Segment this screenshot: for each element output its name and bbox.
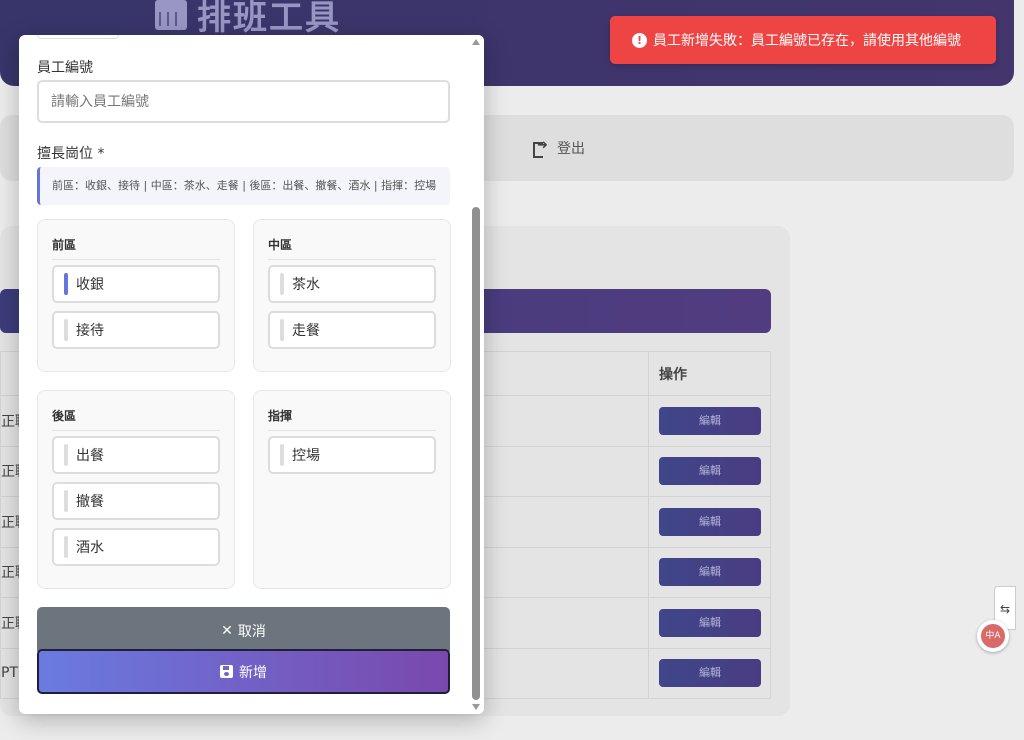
exclamation-circle-icon: ! <box>632 32 647 48</box>
position-option[interactable]: 收銀 <box>52 265 220 303</box>
selection-indicator <box>280 319 284 341</box>
close-icon: ✕ <box>221 623 233 639</box>
position-option[interactable]: 酒水 <box>52 528 220 566</box>
position-label: 出餐 <box>76 448 104 464</box>
position-option[interactable]: 走餐 <box>268 311 436 349</box>
position-group-command: 指揮 控場 <box>253 390 451 589</box>
app-title: 排班工具 <box>155 0 341 39</box>
group-title: 後區 <box>52 407 220 431</box>
group-title: 前區 <box>52 236 220 260</box>
submit-button[interactable]: 新增 <box>37 649 450 694</box>
group-title: 中區 <box>268 236 436 260</box>
position-group-front: 前區 收銀 接待 <box>37 219 235 372</box>
submit-label: 新增 <box>239 664 267 681</box>
save-icon <box>220 665 233 678</box>
app-title-text: 排班工具 <box>197 0 341 38</box>
selection-indicator <box>64 536 68 558</box>
edit-button[interactable]: 編輯 <box>659 507 761 536</box>
selection-indicator <box>64 319 68 341</box>
position-label: 接待 <box>76 323 104 339</box>
position-group-middle: 中區 茶水 走餐 <box>253 219 451 372</box>
positions-hint: 前區：收銀、接待 | 中區：茶水、走餐 | 後區：出餐、撤餐、酒水 | 指揮：控… <box>37 167 450 205</box>
calendar-icon <box>155 0 187 30</box>
add-employee-modal: 員工編號 擅長崗位 * 前區：收銀、接待 | 中區：茶水、走餐 | 後區：出餐、… <box>19 35 484 714</box>
cancel-button[interactable]: ✕ 取消 <box>37 607 450 655</box>
edit-button[interactable]: 編輯 <box>659 457 761 486</box>
field-remnant <box>37 35 119 39</box>
position-option[interactable]: 控場 <box>268 436 436 474</box>
selection-indicator <box>280 273 284 295</box>
position-label: 撤餐 <box>76 494 104 510</box>
edit-button[interactable]: 編輯 <box>659 659 761 688</box>
employee-id-label: 員工編號 <box>37 60 93 76</box>
position-option[interactable]: 撤餐 <box>52 482 220 520</box>
edit-button[interactable]: 編輯 <box>659 608 761 637</box>
position-label: 收銀 <box>76 277 104 293</box>
edit-button[interactable]: 編輯 <box>659 558 761 587</box>
position-label: 茶水 <box>292 277 320 293</box>
selection-indicator <box>64 490 68 512</box>
position-option[interactable]: 接待 <box>52 311 220 349</box>
table-header-action: 操作 <box>648 351 771 396</box>
logout-link[interactable]: 登出 <box>533 138 585 158</box>
employee-id-input[interactable] <box>37 80 450 123</box>
position-option[interactable]: 出餐 <box>52 436 220 474</box>
cancel-label: 取消 <box>237 624 266 640</box>
sign-out-icon <box>533 138 549 158</box>
translate-icon: 中A <box>981 624 1005 648</box>
scroll-down-icon[interactable] <box>472 704 480 710</box>
position-label: 酒水 <box>76 540 104 556</box>
position-label: 控場 <box>292 448 320 464</box>
translate-button[interactable]: 中A <box>977 620 1009 652</box>
modal-scrollbar[interactable] <box>468 35 484 714</box>
selection-indicator <box>64 444 68 466</box>
selection-indicator <box>280 444 284 466</box>
scrollbar-thumb[interactable] <box>472 207 480 700</box>
group-title: 指揮 <box>268 407 436 431</box>
position-label: 走餐 <box>292 323 320 339</box>
selection-indicator <box>64 273 68 295</box>
positions-label: 擅長崗位 * <box>37 146 105 162</box>
position-group-back: 後區 出餐 撤餐 酒水 <box>37 390 235 589</box>
error-toast: ! 員工新增失敗：員工編號已存在，請使用其他編號 <box>610 16 996 64</box>
scroll-up-icon[interactable] <box>472 39 480 45</box>
edit-button[interactable]: 編輯 <box>659 406 761 435</box>
logout-label: 登出 <box>557 141 585 157</box>
toast-message: 員工新增失敗：員工編號已存在，請使用其他編號 <box>653 33 961 49</box>
position-option[interactable]: 茶水 <box>268 265 436 303</box>
